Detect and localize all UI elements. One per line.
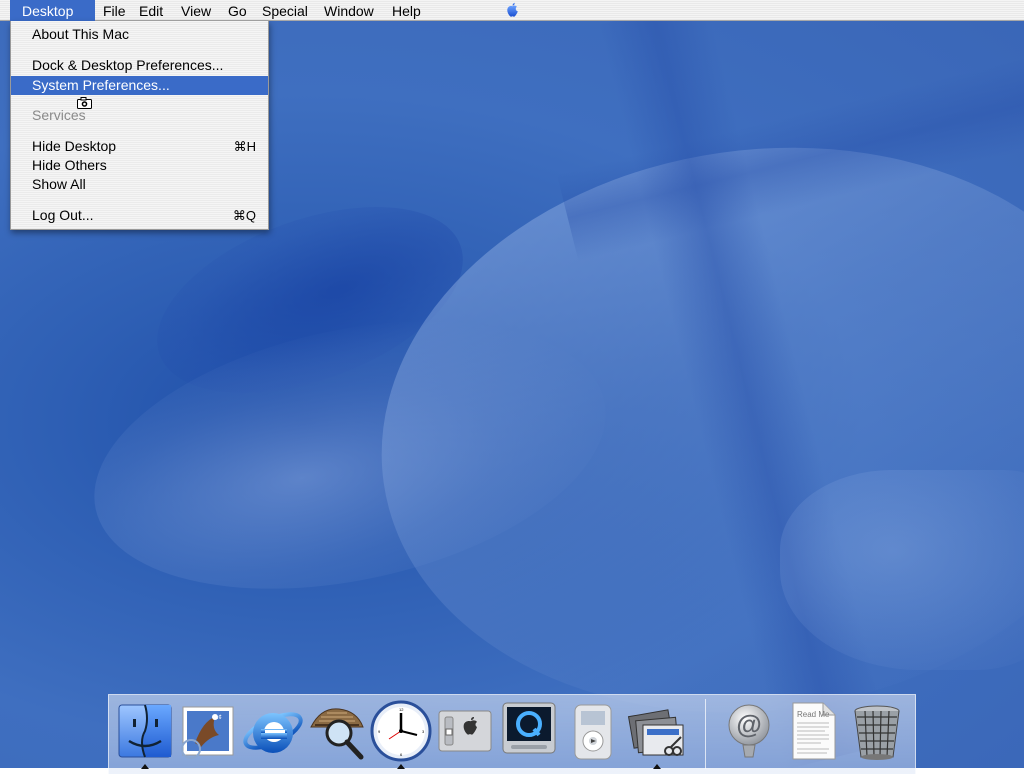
shortcut-hide-desktop: ⌘H xyxy=(233,139,256,154)
running-indicator xyxy=(397,764,405,769)
wallpaper-shape xyxy=(69,278,631,632)
menu-item-label: Hide Desktop xyxy=(32,138,117,154)
menu-item-log-out[interactable]: Log Out... ⌘Q xyxy=(11,206,268,225)
finder-icon[interactable] xyxy=(113,699,177,763)
grab-icon[interactable] xyxy=(625,699,689,763)
internet-location-icon[interactable]: @ xyxy=(717,699,781,763)
desktop-menu-dropdown: About This Mac Dock & Desktop Preference… xyxy=(10,21,269,230)
menu-item-services: Services xyxy=(32,107,86,123)
menu-bar: Desktop File Edit View Go Special Window… xyxy=(0,0,1024,21)
shortcut-log-out: ⌘Q xyxy=(232,208,256,223)
apple-logo-icon[interactable] xyxy=(504,2,521,19)
menu-window[interactable]: Window xyxy=(316,0,382,21)
menu-item-about-this-mac[interactable]: About This Mac xyxy=(11,25,268,44)
menu-item-dock-desktop-preferences[interactable]: Dock & Desktop Preferences... xyxy=(11,56,268,75)
menu-item-system-preferences[interactable]: System Preferences... xyxy=(11,76,268,95)
quicktime-player-icon[interactable] xyxy=(497,699,561,763)
camera-cursor-icon xyxy=(77,97,92,109)
read-me-label: Read Me xyxy=(797,710,830,719)
menu-item-label: Log Out... xyxy=(32,207,94,223)
svg-text:@: @ xyxy=(736,709,761,739)
menu-edit[interactable]: Edit xyxy=(131,0,171,21)
mail-icon[interactable]: 1¢ xyxy=(177,699,241,763)
itunes-icon[interactable] xyxy=(561,699,625,763)
menu-file[interactable]: File xyxy=(95,0,134,21)
svg-text:1¢: 1¢ xyxy=(215,715,222,721)
internet-explorer-icon[interactable] xyxy=(241,699,305,763)
menu-item-hide-others[interactable]: Hide Others xyxy=(11,156,268,175)
wallpaper-shape xyxy=(598,0,892,768)
sherlock-icon[interactable] xyxy=(305,699,369,763)
menu-item-show-all[interactable]: Show All xyxy=(11,175,268,194)
wallpaper-shape xyxy=(344,99,1024,761)
menu-desktop[interactable]: Desktop xyxy=(10,0,95,21)
dock: 1¢ 12 3 6 9 @ Read Me xyxy=(108,694,916,774)
menu-go[interactable]: Go xyxy=(220,0,255,21)
running-indicator xyxy=(653,764,661,769)
menu-special[interactable]: Special xyxy=(254,0,316,21)
wallpaper-shape xyxy=(780,470,1024,670)
svg-text:12: 12 xyxy=(399,707,404,712)
dock-divider xyxy=(705,699,706,769)
system-preferences-icon[interactable] xyxy=(433,699,497,763)
wallpaper-shape xyxy=(556,48,1024,262)
running-indicator xyxy=(141,764,149,769)
trash-icon[interactable] xyxy=(845,699,909,763)
menu-view[interactable]: View xyxy=(173,0,219,21)
menu-item-hide-desktop[interactable]: Hide Desktop ⌘H xyxy=(11,137,268,156)
clock-icon[interactable]: 12 3 6 9 xyxy=(369,699,433,763)
menu-help[interactable]: Help xyxy=(384,0,429,21)
read-me-document-icon[interactable]: Read Me xyxy=(781,699,845,763)
